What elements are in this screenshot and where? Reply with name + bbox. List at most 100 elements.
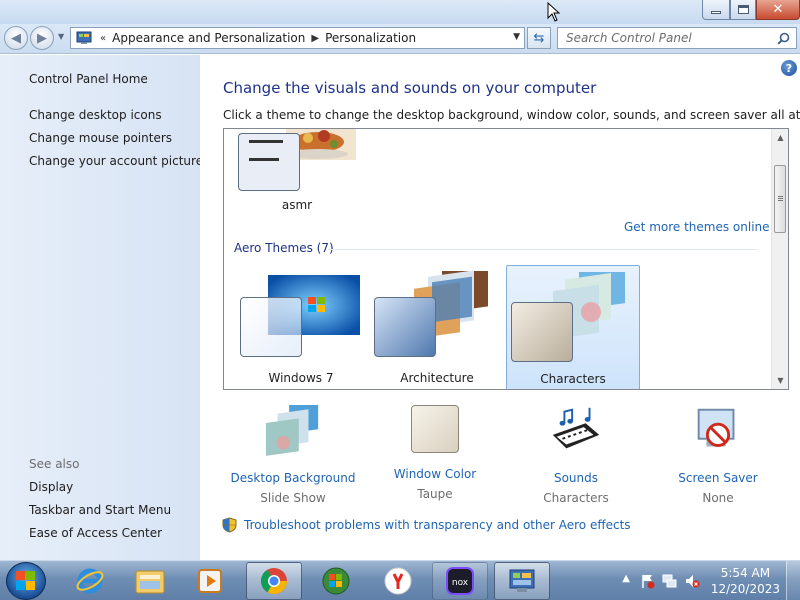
control-panel-icon bbox=[509, 569, 535, 592]
theme-tile-architecture[interactable]: Architecture bbox=[370, 267, 504, 389]
control-panel-home-link[interactable]: Control Panel Home bbox=[29, 72, 148, 86]
desktop-background-value: Slide Show bbox=[260, 491, 326, 505]
chrome-icon bbox=[260, 568, 288, 595]
taskbar-windows-app[interactable] bbox=[308, 562, 364, 600]
screen-saver-option[interactable]: Screen Saver None bbox=[648, 405, 788, 505]
back-arrow-icon: ◀ bbox=[11, 30, 21, 46]
theme-tile-windows-7[interactable]: Windows 7 bbox=[234, 267, 368, 389]
refresh-button[interactable]: ⇆ bbox=[527, 27, 551, 49]
show-hidden-icons-icon[interactable]: ▲ bbox=[622, 573, 630, 584]
theme-gallery[interactable]: asmr Get more themes online Aero Themes … bbox=[223, 128, 789, 390]
title-bar: ✕ bbox=[0, 0, 800, 24]
windows-logo-icon bbox=[16, 571, 35, 590]
internet-explorer-icon bbox=[76, 568, 104, 594]
back-button[interactable]: ◀ bbox=[4, 26, 28, 50]
theme-label-asmr: asmr bbox=[281, 198, 313, 212]
minimize-button[interactable] bbox=[702, 0, 730, 20]
volume-muted-icon[interactable] bbox=[684, 573, 700, 589]
control-panel-icon bbox=[76, 31, 92, 44]
scroll-down-icon[interactable]: ▼ bbox=[772, 372, 788, 389]
taskbar-windows-explorer[interactable] bbox=[122, 562, 178, 600]
yandex-icon bbox=[384, 567, 412, 595]
taskbar-control-panel[interactable] bbox=[494, 562, 550, 600]
theme-window-preview bbox=[374, 297, 436, 357]
show-desktop-button[interactable] bbox=[786, 561, 800, 600]
taskbar-internet-explorer[interactable] bbox=[62, 562, 118, 600]
search-icon[interactable] bbox=[777, 32, 790, 45]
sounds-option[interactable]: Sounds Characters bbox=[506, 405, 646, 505]
breadcrumb-overflow[interactable]: « bbox=[100, 33, 106, 44]
network-icon[interactable] bbox=[662, 573, 678, 589]
breadcrumb-separator-icon[interactable]: ▶ bbox=[311, 33, 319, 44]
desktop-background-option[interactable]: Desktop Background Slide Show bbox=[223, 400, 363, 505]
desktop-background-link[interactable]: Desktop Background bbox=[223, 471, 363, 485]
theme-tile-asmr[interactable]: asmr bbox=[232, 129, 362, 212]
mouse-cursor-icon bbox=[547, 2, 561, 22]
page-title: Change the visuals and sounds on your co… bbox=[223, 79, 597, 97]
nox-icon: nox bbox=[446, 567, 474, 595]
action-center-flag-icon[interactable] bbox=[640, 573, 656, 589]
forward-arrow-icon: ▶ bbox=[37, 30, 47, 46]
recent-pages-dropdown-icon[interactable]: ▼ bbox=[58, 32, 64, 41]
vertical-scrollbar[interactable]: ▲ ▼ bbox=[771, 129, 788, 389]
search-input[interactable] bbox=[558, 28, 768, 48]
forward-button[interactable]: ▶ bbox=[30, 26, 54, 50]
theme-label-characters: Characters bbox=[540, 372, 606, 386]
theme-tile-characters[interactable]: Characters bbox=[506, 265, 640, 389]
taskbar-yandex[interactable] bbox=[370, 562, 426, 600]
theme-label-architecture: Architecture bbox=[400, 371, 474, 385]
search-box[interactable] bbox=[557, 27, 797, 49]
taskbar-media-player[interactable] bbox=[182, 562, 238, 600]
windows-explorer-icon bbox=[135, 570, 165, 594]
troubleshoot-link-row[interactable]: Troubleshoot problems with transparency … bbox=[222, 517, 631, 533]
taskbar-chrome[interactable] bbox=[246, 562, 302, 600]
breadcrumb-personalization[interactable]: Personalization bbox=[325, 31, 416, 45]
system-clock[interactable]: 5:54 AM 12/20/2023 bbox=[711, 565, 780, 597]
section-divider bbox=[328, 249, 758, 250]
theme-label-windows-7: Windows 7 bbox=[268, 371, 334, 385]
taskbar-start-menu-link[interactable]: Taskbar and Start Menu bbox=[29, 503, 171, 517]
page-subtitle: Click a theme to change the desktop back… bbox=[223, 108, 800, 122]
main-content: ? Change the visuals and sounds on your … bbox=[200, 55, 800, 560]
clock-time: 5:54 AM bbox=[720, 566, 771, 580]
restore-icon bbox=[737, 5, 749, 14]
close-icon: ✕ bbox=[772, 2, 784, 17]
refresh-icon: ⇆ bbox=[533, 30, 545, 46]
address-dropdown-icon[interactable]: ▼ bbox=[513, 32, 520, 42]
window-color-option[interactable]: Window Color Taupe bbox=[365, 405, 505, 501]
svg-text:nox: nox bbox=[452, 578, 469, 588]
theme-window-preview bbox=[511, 302, 573, 362]
scroll-up-icon[interactable]: ▲ bbox=[772, 129, 788, 146]
close-button[interactable]: ✕ bbox=[756, 0, 800, 20]
address-bar: ◀ ▶ ▼ « Appearance and Personalization ▶… bbox=[0, 24, 800, 54]
start-button[interactable] bbox=[6, 562, 46, 600]
get-more-themes-link[interactable]: Get more themes online bbox=[624, 220, 770, 234]
window-color-link[interactable]: Window Color bbox=[365, 467, 505, 481]
windows-orb-icon bbox=[322, 567, 350, 595]
theme-window-preview bbox=[238, 133, 300, 191]
scrollbar-thumb[interactable] bbox=[774, 165, 786, 233]
change-mouse-pointers-link[interactable]: Change mouse pointers bbox=[29, 131, 172, 145]
media-player-icon bbox=[198, 569, 222, 593]
troubleshoot-link[interactable]: Troubleshoot problems with transparency … bbox=[244, 518, 631, 532]
see-also-heading: See also bbox=[29, 457, 80, 471]
display-link[interactable]: Display bbox=[29, 480, 73, 494]
screen-saver-icon bbox=[697, 408, 735, 447]
restore-button[interactable] bbox=[730, 0, 756, 20]
sounds-link[interactable]: Sounds bbox=[506, 471, 646, 485]
ease-of-access-link[interactable]: Ease of Access Center bbox=[29, 526, 162, 540]
change-account-picture-link[interactable]: Change your account picture bbox=[29, 154, 203, 168]
desktop-background-icon bbox=[265, 400, 319, 456]
sounds-icon bbox=[552, 407, 600, 449]
change-desktop-icons-link[interactable]: Change desktop icons bbox=[29, 108, 162, 122]
aero-themes-heading: Aero Themes (7) bbox=[234, 241, 334, 255]
taskbar-nox[interactable]: nox bbox=[432, 562, 488, 600]
help-icon[interactable]: ? bbox=[781, 60, 797, 76]
sounds-value: Characters bbox=[543, 491, 609, 505]
screen-saver-link[interactable]: Screen Saver bbox=[648, 471, 788, 485]
minimize-icon bbox=[711, 11, 721, 14]
taskbar: nox ▲ 5:54 AM 12/20/2023 bbox=[0, 560, 800, 600]
breadcrumb[interactable]: « Appearance and Personalization ▶ Perso… bbox=[70, 27, 525, 49]
task-pane: Control Panel Home Change desktop icons … bbox=[0, 55, 203, 560]
breadcrumb-appearance[interactable]: Appearance and Personalization bbox=[112, 31, 305, 45]
